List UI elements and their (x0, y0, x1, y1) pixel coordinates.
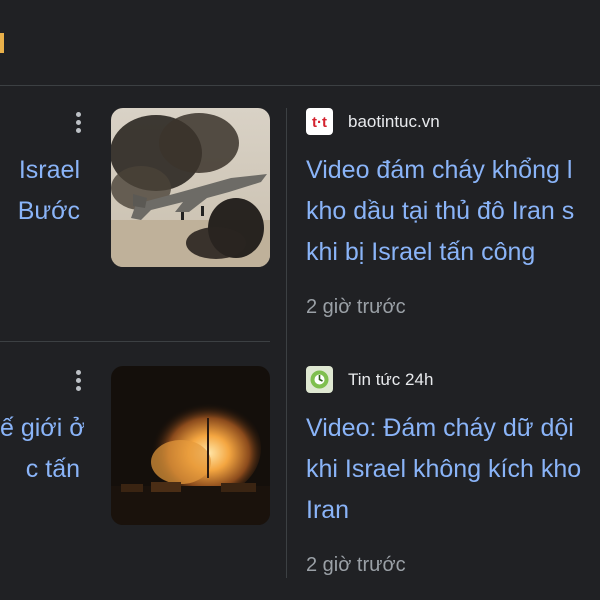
fighter-jet-image (111, 108, 270, 267)
source-name[interactable]: baotintuc.vn (348, 112, 440, 132)
night-explosion-thumbnail[interactable] (111, 366, 270, 525)
timestamp: 2 giờ trước (306, 296, 406, 318)
news-card[interactable]: Tin tức 24h Video: Đám cháy dữ dội khi I… (306, 364, 600, 576)
headline-line[interactable]: Video: Đám cháy dữ dội (306, 408, 600, 449)
title-line[interactable]: Bước (0, 191, 80, 232)
source-name[interactable]: Tin tức 24h (348, 370, 433, 390)
title-line[interactable]: Israel (0, 150, 80, 191)
news-source[interactable]: t·t baotintuc.vn (306, 106, 600, 136)
headline-line[interactable]: Iran (306, 490, 600, 531)
tab-indicator (0, 33, 4, 53)
news-card-title[interactable]: ế giới ở c tấn (0, 408, 84, 498)
baotintuc-logo-icon: t·t (306, 108, 333, 135)
headline-line[interactable]: Video đám cháy khổng l (306, 150, 600, 191)
top-bar (0, 0, 600, 86)
news-source[interactable]: Tin tức 24h (306, 364, 600, 394)
title-line[interactable]: c tấn (0, 449, 80, 490)
svg-text:t·t: t·t (312, 114, 327, 131)
title-line[interactable]: ế giới ở (0, 408, 84, 449)
news-headline[interactable]: Video: Đám cháy dữ dội khi Israel không … (306, 408, 600, 531)
tintuc24h-logo-icon (306, 366, 333, 393)
news-card[interactable]: ế giới ở c tấn (0, 344, 272, 600)
news-card[interactable]: Israel Bước (0, 86, 272, 342)
news-headline[interactable]: Video đám cháy khổng l kho dầu tại thủ đ… (306, 150, 600, 273)
news-card-title[interactable]: Israel Bước (0, 150, 84, 240)
fighter-jet-thumbnail[interactable] (111, 108, 270, 267)
headline-line[interactable]: khi Israel không kích kho (306, 449, 600, 490)
night-explosion-image (111, 366, 270, 525)
headline-line[interactable]: kho dầu tại thủ đô Iran s (306, 191, 600, 232)
column-divider (286, 108, 287, 578)
news-card[interactable]: t·t baotintuc.vn Video đám cháy khổng l … (306, 106, 600, 318)
more-options-icon[interactable] (72, 110, 86, 136)
headline-line[interactable]: khi bị Israel tấn công (306, 232, 600, 273)
right-news-column: t·t baotintuc.vn Video đám cháy khổng l … (288, 86, 600, 600)
left-news-column: Israel Bước ế giới ở c tấn (0, 86, 272, 600)
more-options-icon[interactable] (72, 368, 86, 394)
timestamp: 2 giờ trước (306, 554, 406, 576)
row-divider (0, 341, 270, 342)
